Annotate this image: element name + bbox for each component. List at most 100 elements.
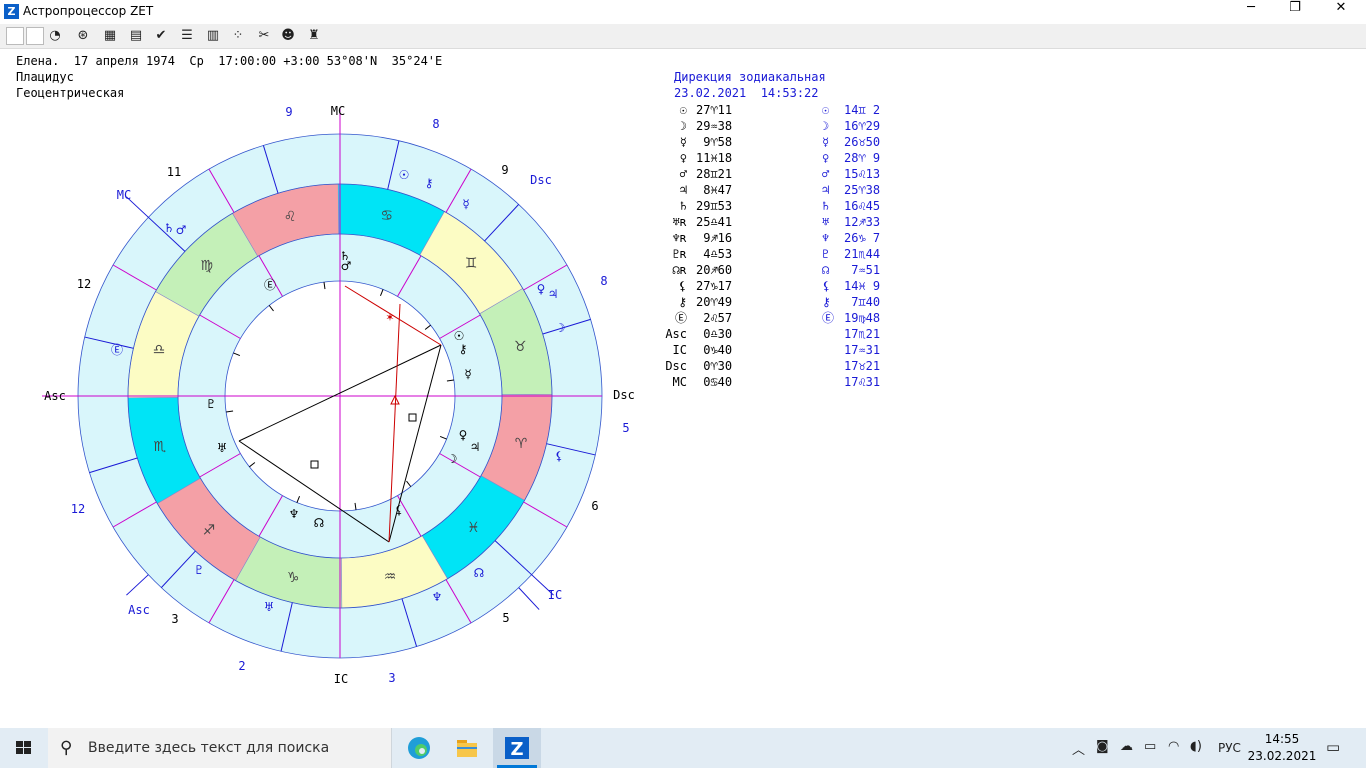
toolbar-chart-icon[interactable]: ◔: [46, 27, 64, 45]
house-number-label: 3: [171, 612, 178, 626]
zodiac-sign-glyph: ♈: [515, 436, 528, 452]
planet-glyph: ☿: [464, 367, 471, 381]
direction-position: 12♐33: [844, 215, 881, 229]
search-box[interactable]: ⚲ Введите здесь текст для поиска: [48, 728, 392, 768]
direction-planet-glyph: ♂: [822, 167, 830, 181]
explorer-app-button[interactable]: [443, 728, 491, 768]
natal-position: 0♑40: [696, 343, 733, 357]
toolbar-text-icon[interactable]: ☰: [178, 27, 196, 45]
toolbar-blank-2[interactable]: [26, 27, 44, 45]
natal-planet-glyph: ☊ʀ: [672, 263, 687, 277]
planet-glyph: ☉: [399, 168, 410, 182]
tray-camera-icon[interactable]: ◙: [1096, 739, 1109, 754]
position-row: ♂ 28♊21 ♂ 15♌13: [650, 166, 910, 182]
natal-planet-glyph: Ⓔ: [674, 311, 687, 325]
tray-cloud-icon[interactable]: ☁: [1120, 739, 1133, 754]
close-button[interactable]: ✕: [1318, 0, 1364, 22]
window-title: Астропроцессор ZET: [23, 4, 154, 18]
zodiac-sign-glyph: ♒: [384, 569, 397, 585]
natal-position: 9♈58: [696, 135, 733, 149]
toolbar-run-icon[interactable]: ♜: [305, 27, 323, 45]
house-number-label: 8: [600, 274, 607, 288]
natal-planet-glyph: ☽: [679, 119, 687, 133]
language-indicator[interactable]: РУС: [1218, 741, 1241, 755]
direction-position: 15♌13: [844, 167, 881, 181]
clock-time[interactable]: 14:55: [1252, 732, 1312, 746]
house-number-label: 2: [238, 659, 245, 673]
natal-position: 29♊53: [696, 199, 733, 213]
position-row: Asc 0♎30 17♏21: [650, 326, 910, 342]
house-number-label: Asc: [44, 389, 66, 403]
toolbar-table-icon[interactable]: ▥: [204, 27, 222, 45]
natal-position: 11♓18: [696, 151, 733, 165]
toolbar-grid-icon[interactable]: ▦: [101, 27, 119, 45]
search-input[interactable]: Введите здесь текст для поиска: [88, 740, 329, 756]
toolbar-wheel-icon[interactable]: ⊛: [74, 27, 92, 45]
planet-glyph: ♂: [341, 259, 352, 273]
house-number-label: 11: [167, 165, 181, 179]
minimize-button[interactable]: ─: [1228, 0, 1274, 22]
house-number-label: 12: [77, 277, 91, 291]
restore-button[interactable]: ❐: [1272, 0, 1318, 22]
aspect-square-marker: [310, 460, 319, 469]
direction-panel: Дирекция зодиакальная 23.02.2021 14:53:2…: [650, 70, 910, 400]
natal-planet-glyph: ⚸: [678, 279, 687, 293]
aspect-square-marker: [408, 413, 417, 422]
natal-position: 20♐60: [696, 263, 733, 277]
direction-position: 14♊ 2: [844, 103, 881, 117]
toolbar-dots-icon[interactable]: ⁘: [229, 27, 247, 45]
position-row: ⚸ 27♑17 ⚸ 14♓ 9: [650, 278, 910, 294]
zodiac-sign-glyph: ♋: [381, 208, 394, 224]
clock-date[interactable]: 23.02.2021: [1247, 749, 1317, 763]
zet-app-icon: Z: [497, 737, 537, 768]
tray-battery-icon[interactable]: ▭: [1144, 739, 1156, 754]
tray-chevron-icon[interactable]: ︿: [1072, 739, 1085, 758]
position-row: ♄ 29♊53 ♄ 16♌45: [650, 198, 910, 214]
angle-label: MC: [331, 104, 345, 118]
direction-planet-glyph: ☉: [822, 103, 830, 117]
house-number-label: Dsc: [613, 388, 635, 402]
position-row: IC 0♑40 17♒31: [650, 342, 910, 358]
astro-chart: ♈♉♊♋♌♍♎♏♐♑ ♒♓ ✶ ♄♂Ⓔ☉⚷☿♀♃☽♇♅♆☊⚸☉⚷☿♀ ♃☽⚸☊♆♅♇…: [42, 104, 635, 686]
direction-position: 16♌45: [844, 199, 881, 213]
toolbar-document-icon[interactable]: ▤: [127, 27, 145, 45]
direction-position: 7♒51: [844, 263, 881, 277]
taskbar: ⚲ Введите здесь текст для поиска Z ︿ ◙ ☁…: [0, 728, 1366, 768]
house-number-label: 5: [622, 421, 629, 435]
tray-volume-icon[interactable]: ◖): [1190, 739, 1202, 754]
toolbar-check-icon[interactable]: ✔: [152, 27, 170, 45]
panel-datetime: 23.02.2021 14:53:22: [674, 86, 819, 100]
direction-position: 21♏44: [844, 247, 881, 261]
notifications-icon[interactable]: ▭: [1326, 738, 1340, 756]
direction-angle-label: IC: [548, 588, 562, 602]
position-row: Dsc 0♈30 17♉21: [650, 358, 910, 374]
edge-app-button[interactable]: [395, 728, 443, 768]
toolbar-blank-1[interactable]: [6, 27, 24, 45]
direction-position: 17♌31: [844, 375, 881, 389]
natal-position: 0♋40: [696, 375, 733, 389]
position-row: ☿ 9♈58 ☿ 26♉50: [650, 134, 910, 150]
planet-glyph: ♆: [432, 590, 443, 604]
natal-planet-glyph: ⚷: [678, 295, 687, 309]
direction-angle-label: MC: [117, 188, 131, 202]
position-row: ♀ 11♓18 ♀ 28♈ 9: [650, 150, 910, 166]
direction-position: 17♒31: [844, 343, 881, 357]
house-number-label: 9: [285, 105, 292, 119]
position-row: ♆ʀ 9♐16 ♆ 26♑ 7: [650, 230, 910, 246]
direction-position: 17♉21: [844, 359, 881, 373]
planet-glyph: ♃: [470, 440, 481, 454]
folder-icon: [457, 740, 477, 757]
svg-text:Z: Z: [510, 739, 523, 760]
tray-wifi-icon[interactable]: ◠: [1168, 739, 1179, 754]
natal-position: 9♐16: [696, 231, 733, 245]
toolbar-tools-icon[interactable]: ✂: [255, 27, 273, 45]
planet-glyph: ♇: [206, 397, 217, 411]
start-button[interactable]: [0, 728, 48, 768]
edge-icon: [408, 737, 430, 759]
house-number-label: 8: [432, 117, 439, 131]
zet-app-button[interactable]: Z: [493, 728, 541, 768]
planet-glyph: ♅: [264, 600, 275, 614]
toolbar-person-icon[interactable]: ☻: [279, 27, 297, 45]
title-bar: Z Астропроцессор ZET ─ ❐ ✕: [0, 0, 1366, 22]
direction-planet-glyph: ♀: [822, 151, 830, 165]
